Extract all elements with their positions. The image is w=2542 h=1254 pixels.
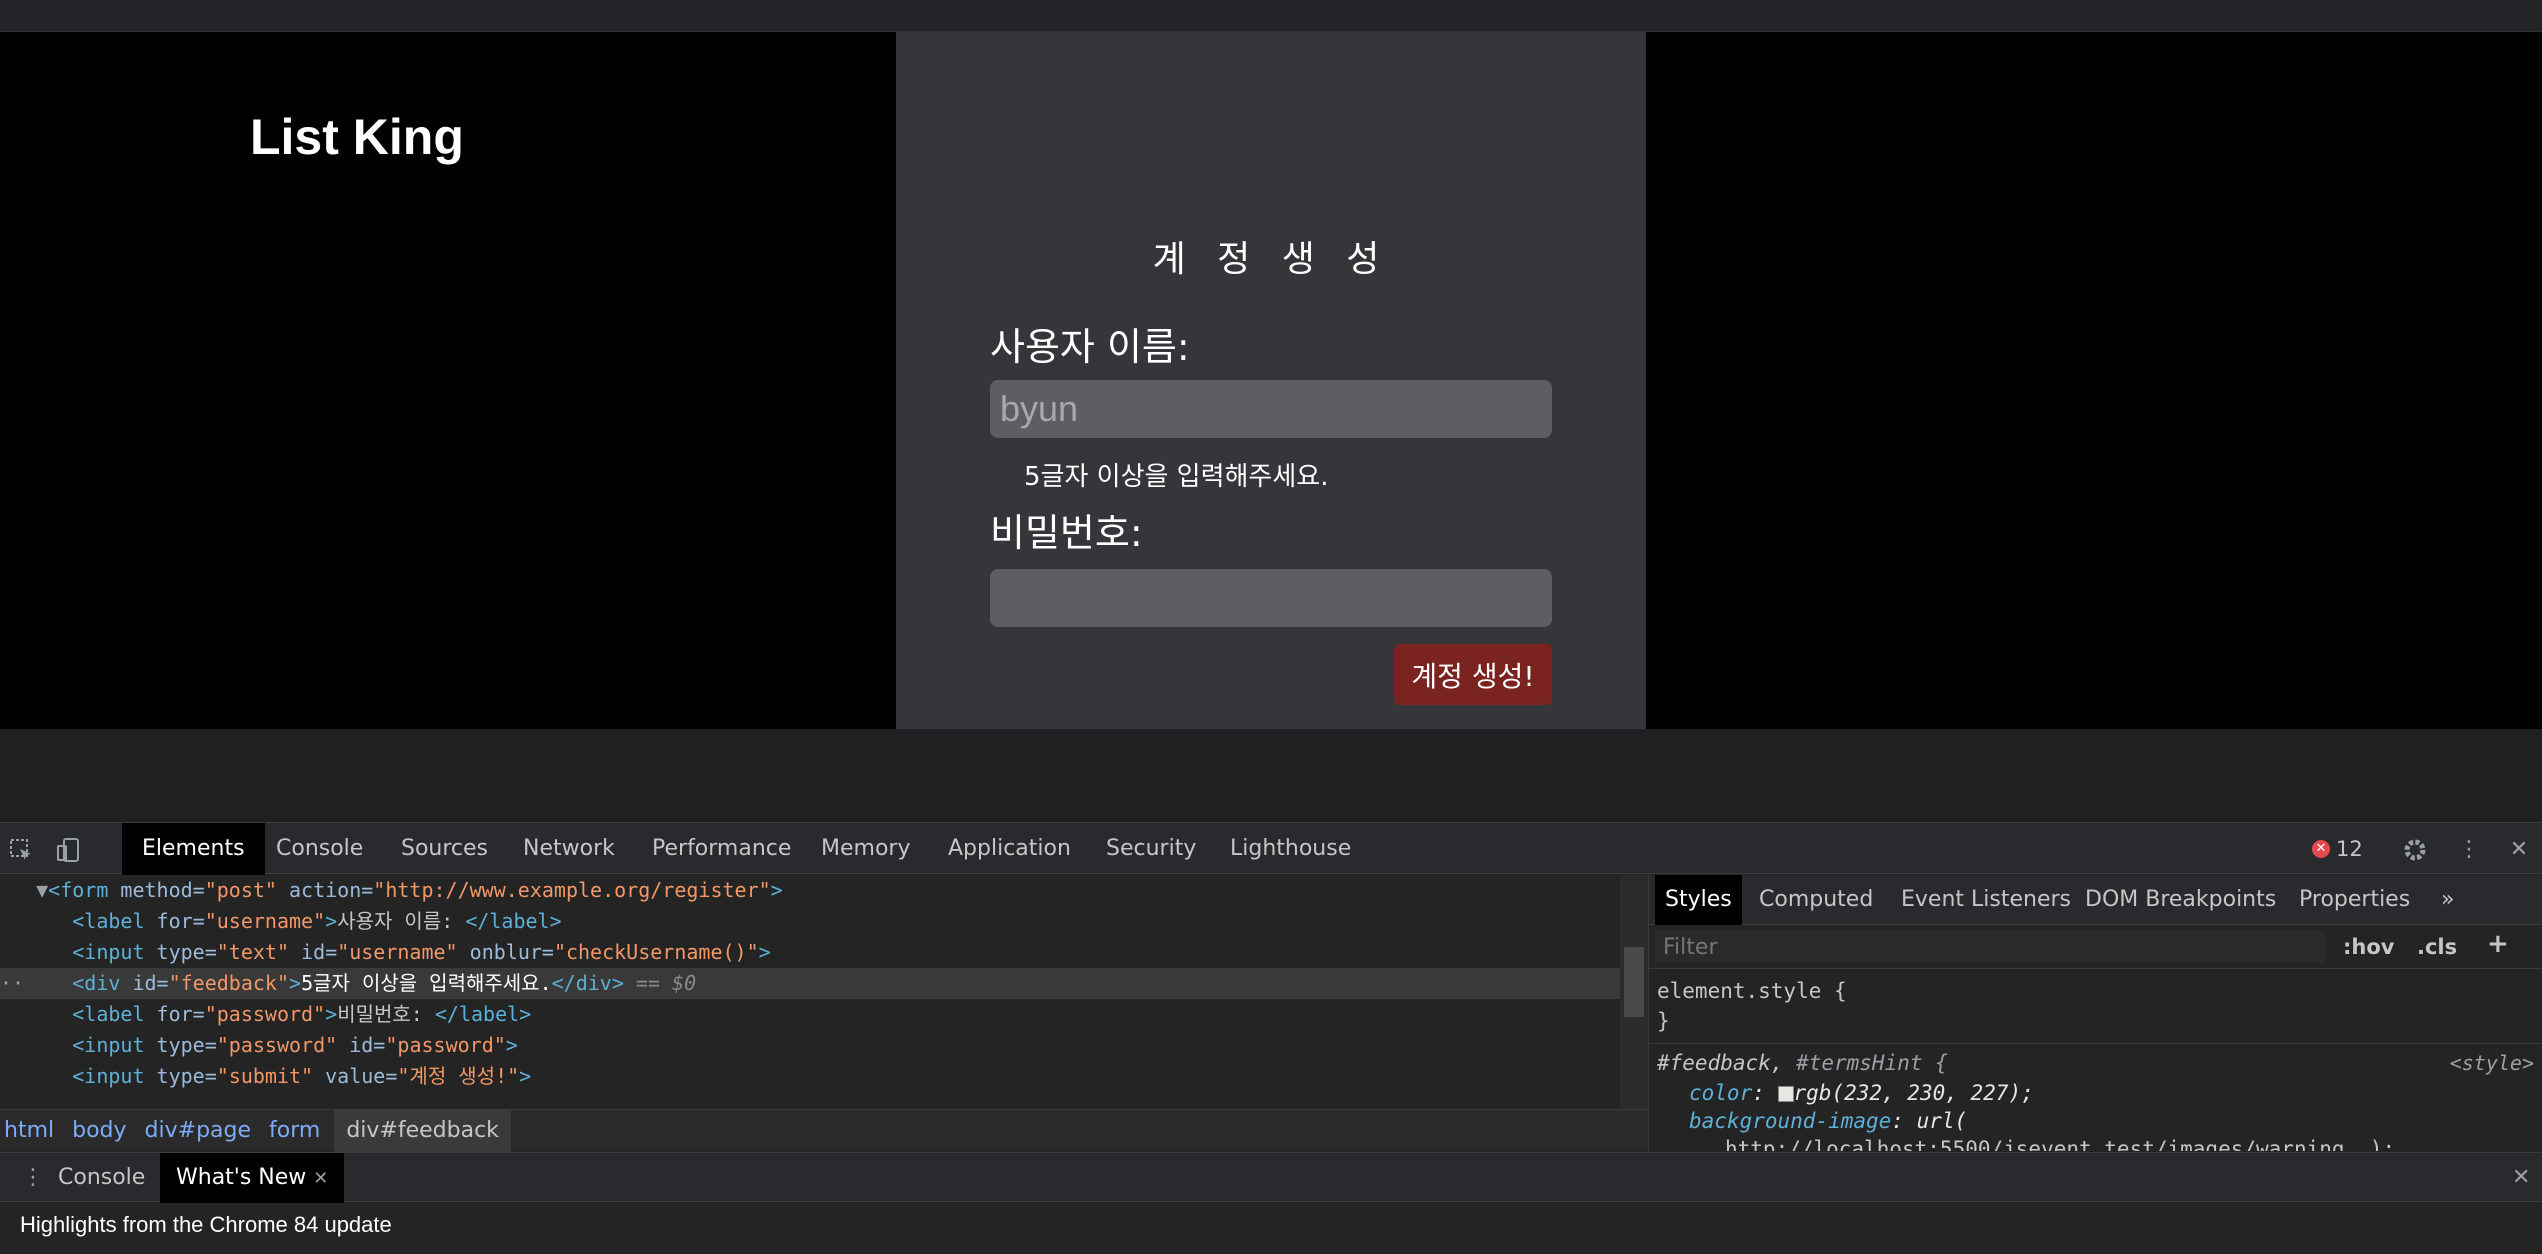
crumb-html[interactable]: html [0, 1110, 68, 1152]
color-declaration[interactable]: color: rgb(232, 230, 227); [1689, 1081, 2034, 1105]
submit-button[interactable]: 계정 생성! [1394, 644, 1552, 705]
inspect-element-icon[interactable] [8, 837, 34, 863]
background-image-declaration[interactable]: background-image: url( [1689, 1109, 1967, 1133]
tab-sources[interactable]: Sources [381, 823, 508, 875]
password-input[interactable] [990, 569, 1552, 627]
new-style-rule-icon[interactable]: + [2487, 929, 2509, 959]
browser-top-strip [0, 0, 2542, 32]
signup-form: 계 정 생 성 사용자 이름: 5글자 이상을 입력해주세요. 비밀번호: 계정… [896, 32, 1646, 729]
dom-scrollbar[interactable] [1620, 875, 1648, 1109]
tab-performance[interactable]: Performance [632, 823, 811, 875]
rule-source-link[interactable]: <style> [2450, 1051, 2534, 1075]
tab-memory[interactable]: Memory [801, 823, 930, 875]
element-style-open: element.style { [1657, 979, 1847, 1003]
close-drawer-icon[interactable]: ✕ [2496, 1153, 2542, 1203]
scrollbar-thumb[interactable] [1624, 947, 1644, 1017]
tab-elements[interactable]: Elements [122, 823, 265, 875]
styles-filter-input[interactable] [1655, 931, 2325, 963]
dom-line-label-password[interactable]: <label for="password">비밀번호: </label> [0, 999, 1620, 1030]
password-label: 비밀번호: [990, 511, 1143, 555]
tab-dom-breakpoints[interactable]: DOM Breakpoints [2075, 875, 2286, 925]
crumb-form[interactable]: form [265, 1110, 334, 1152]
drawer-tabbar: ⋮ Console What's New ✕ ✕ [0, 1152, 2542, 1203]
class-toggle[interactable]: .cls [2417, 935, 2457, 959]
crumb-div-feedback[interactable]: div#feedback [334, 1109, 511, 1152]
more-tabs-icon[interactable]: » [2431, 875, 2464, 925]
tab-styles[interactable]: Styles [1655, 875, 1742, 925]
error-counter[interactable]: ✕ 12 [2312, 837, 2363, 861]
username-input[interactable] [990, 380, 1552, 438]
site-title: List King [250, 109, 464, 165]
devtools-panel: Elements Console Sources Network Perform… [0, 822, 2542, 1254]
settings-gear-icon[interactable] [2402, 837, 2428, 863]
drawer-tab-console[interactable]: Console [42, 1153, 161, 1203]
devtools-toolbar: Elements Console Sources Network Perform… [0, 822, 2542, 875]
dom-line-label-username[interactable]: <label for="username">사용자 이름: </label> [0, 906, 1620, 937]
close-tab-icon[interactable]: ✕ [313, 1168, 328, 1189]
dom-tree: ▼<form method="post" action="http://www.… [0, 875, 1620, 1109]
username-feedback: 5글자 이상을 입력해주세요. [1024, 462, 1329, 492]
username-label: 사용자 이름: [990, 325, 1190, 369]
breadcrumb: html body div#page form div#feedback [0, 1109, 1648, 1152]
dom-line-input-submit[interactable]: <input type="submit" value="계정 생성!"> [0, 1061, 1620, 1092]
tab-lighthouse[interactable]: Lighthouse [1210, 823, 1371, 875]
device-toolbar-icon[interactable] [56, 837, 82, 863]
hover-state-toggle[interactable]: :hov [2343, 935, 2394, 959]
close-devtools-icon[interactable]: ✕ [2506, 837, 2532, 863]
more-options-icon[interactable]: ⋮ [2456, 837, 2482, 863]
error-icon: ✕ [2312, 840, 2330, 858]
crumb-div-page[interactable]: div#page [141, 1110, 265, 1152]
crumb-body[interactable]: body [68, 1110, 140, 1152]
element-style-close: } [1657, 1009, 1670, 1033]
background-image-url[interactable]: http://localhost:5500/jsevent_test/image… [1725, 1137, 2395, 1151]
tab-event-listeners[interactable]: Event Listeners [1891, 875, 2081, 925]
drawer-tab-whats-new[interactable]: What's New ✕ [160, 1153, 345, 1203]
color-swatch[interactable] [1777, 1086, 1794, 1102]
styles-filter-row: :hov .cls + [1649, 925, 2542, 969]
rule-divider [1649, 1043, 2542, 1044]
dom-line-input-password[interactable]: <input type="password" id="password"> [0, 1030, 1620, 1061]
dom-line-feedback[interactable]: ·· <div id="feedback">5글자 이상을 입력해주세요.</d… [0, 968, 1620, 999]
tab-security[interactable]: Security [1086, 823, 1216, 875]
tab-application[interactable]: Application [928, 823, 1091, 875]
styles-tabbar: Styles Computed Event Listeners DOM Brea… [1649, 875, 2542, 925]
tab-computed[interactable]: Computed [1749, 875, 1883, 925]
rule-selector: #feedback, #termsHint { [1657, 1051, 1948, 1075]
tab-properties[interactable]: Properties [2289, 875, 2420, 925]
styles-pane: Styles Computed Event Listeners DOM Brea… [1648, 875, 2542, 1151]
form-heading: 계 정 생 성 [1152, 239, 1390, 280]
dom-line-form[interactable]: ▼<form method="post" action="http://www.… [0, 875, 1620, 906]
tab-console[interactable]: Console [256, 823, 383, 875]
page-viewport: List King 계 정 생 성 사용자 이름: 5글자 이상을 입력해주세요… [0, 32, 2542, 729]
dom-line-input-username[interactable]: <input type="text" id="username" onblur=… [0, 937, 1620, 968]
error-count-text: 12 [2336, 837, 2363, 861]
tab-network[interactable]: Network [503, 823, 635, 875]
whats-new-heading: Highlights from the Chrome 84 update [20, 1212, 392, 1237]
drawer-tab-whats-new-label: What's New [176, 1165, 307, 1190]
